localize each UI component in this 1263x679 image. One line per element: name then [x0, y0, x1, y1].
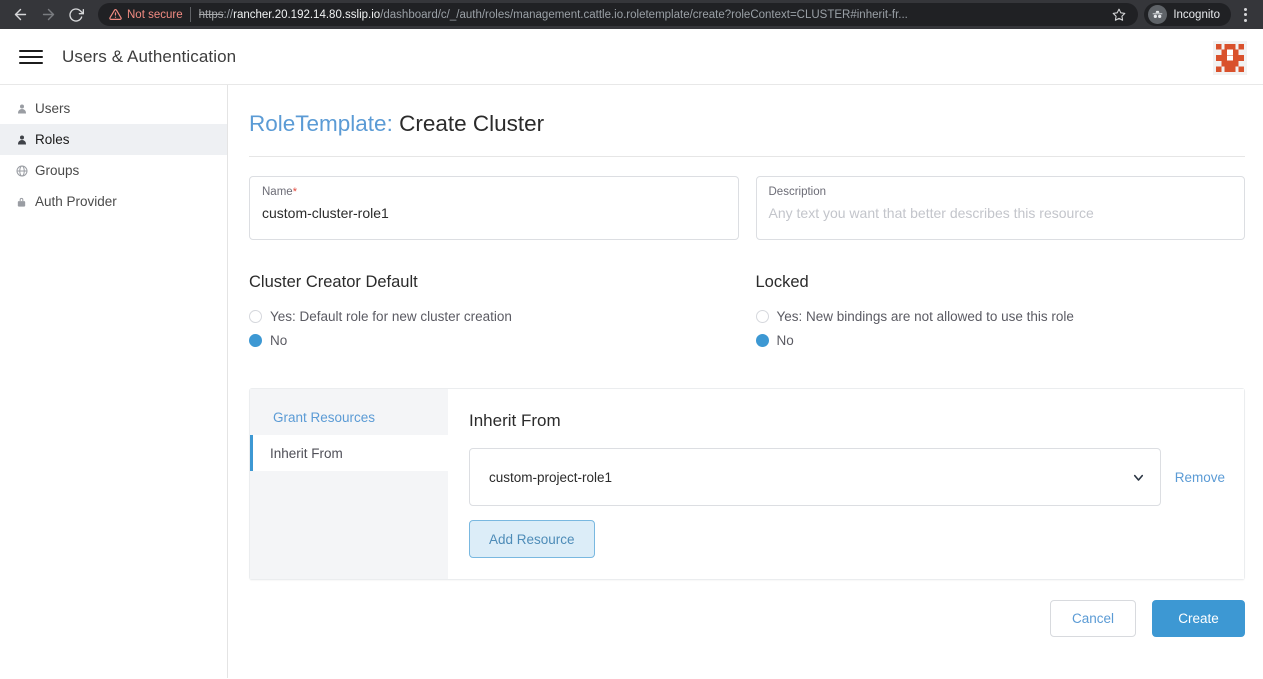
forward-button[interactable] [34, 1, 62, 29]
url-path: /dashboard/c/_/auth/roles/management.cat… [380, 8, 908, 21]
app-header: Users & Authentication [0, 29, 1263, 85]
radio-label: Yes: Default role for new cluster creati… [270, 308, 512, 324]
form-footer: Cancel Create [249, 600, 1245, 637]
chevron-down-icon[interactable] [1131, 470, 1146, 485]
sidebar-item-users[interactable]: Users [0, 93, 227, 124]
page-title-prefix: RoleTemplate: [249, 111, 393, 136]
lock-icon [15, 195, 28, 208]
inherit-from-select[interactable]: custom-project-role1 [469, 448, 1161, 506]
radio-label: No [776, 332, 794, 348]
radio-icon [755, 309, 769, 323]
sidebar-item-label: Groups [35, 163, 80, 178]
remove-link[interactable]: Remove [1175, 470, 1225, 485]
sidebar-item-label: Roles [35, 132, 70, 147]
hamburger-line [19, 61, 43, 64]
locked-heading: Locked [755, 273, 809, 291]
locked-group: Locked Yes: New bindings are not allowed… [755, 273, 1246, 352]
sidebar-item-auth-provider[interactable]: Auth Provider [0, 186, 227, 217]
name-input[interactable]: custom-cluster-role1 [262, 204, 726, 222]
address-bar[interactable]: Not secure https://rancher.20.192.14.80.… [98, 3, 1139, 26]
radio-label: Yes: New bindings are not allowed to use… [776, 308, 1074, 324]
globe-icon [15, 164, 28, 177]
browser-toolbar: Not secure https://rancher.20.192.14.80.… [0, 0, 1263, 29]
cluster-creator-default-group: Cluster Creator Default Yes: Default rol… [249, 273, 739, 352]
tab-content-inherit-from: Inherit From custom-project-role1 Remove… [448, 389, 1244, 579]
reload-icon [68, 7, 84, 23]
page-title: RoleTemplate: Create Cluster [249, 111, 1245, 157]
arrow-left-icon [12, 6, 29, 23]
inherit-from-selected-value: custom-project-role1 [489, 469, 613, 485]
page-title-main: Create Cluster [399, 111, 545, 136]
profile-label: Incognito [1173, 8, 1220, 21]
name-label-text: Name [262, 186, 293, 198]
url-text: https://rancher.20.192.14.80.sslip.io/da… [199, 9, 1105, 21]
url-scheme: https [198, 8, 224, 21]
form-row-identity: Name* custom-cluster-role1 Description A… [249, 176, 1245, 240]
rancher-logo-icon[interactable] [1213, 41, 1247, 75]
sidebar-item-roles[interactable]: Roles [0, 124, 227, 155]
sidebar-item-label: Auth Provider [35, 194, 117, 209]
tab-list: Grant Resources Inherit From [250, 389, 448, 579]
url-scheme-separator: :// [223, 8, 234, 21]
locked-no[interactable]: No [755, 328, 1246, 352]
sidebar-item-groups[interactable]: Groups [0, 155, 227, 186]
tab-panel: Grant Resources Inherit From Inherit Fro… [249, 388, 1245, 580]
app-body: Users Roles Groups Auth Provider RoleTem… [0, 85, 1263, 678]
tab-grant-resources[interactable]: Grant Resources [250, 399, 448, 435]
hamburger-line [19, 55, 43, 58]
description-input[interactable]: Any text you want that better describes … [769, 204, 1233, 222]
radio-icon-selected [755, 333, 769, 347]
radio-label: No [270, 332, 288, 348]
description-field[interactable]: Description Any text you want that bette… [755, 176, 1245, 240]
profile-chip[interactable]: Incognito [1144, 3, 1231, 26]
cluster-creator-default-yes[interactable]: Yes: Default role for new cluster creati… [249, 304, 739, 328]
main-content: RoleTemplate: Create Cluster Name* custo… [228, 85, 1263, 678]
kebab-dot [1243, 13, 1247, 16]
tab-inherit-from[interactable]: Inherit From [250, 435, 448, 471]
inherit-from-heading: Inherit From [469, 411, 561, 430]
inherit-from-row: custom-project-role1 Remove [469, 448, 1225, 506]
incognito-icon [1148, 5, 1168, 24]
back-button[interactable] [6, 1, 34, 29]
required-marker: * [292, 186, 297, 198]
radio-icon [249, 309, 262, 323]
omnibox-divider [189, 7, 191, 22]
reload-button[interactable] [62, 1, 90, 29]
cluster-creator-default-heading: Cluster Creator Default [249, 273, 418, 291]
sidebar-item-label: Users [35, 101, 71, 116]
arrow-right-icon [40, 6, 57, 23]
radio-icon-selected [249, 333, 262, 347]
tab-label: Inherit From [270, 445, 343, 461]
browser-menu-button[interactable] [1233, 2, 1257, 28]
locked-yes[interactable]: Yes: New bindings are not allowed to use… [755, 304, 1246, 328]
person-icon [15, 133, 28, 146]
tab-label: Grant Resources [273, 409, 376, 425]
kebab-dot [1243, 7, 1247, 11]
kebab-dot [1243, 18, 1247, 22]
radio-row: Cluster Creator Default Yes: Default rol… [249, 273, 1245, 352]
add-resource-button[interactable]: Add Resource [469, 520, 595, 558]
security-status-label: Not secure [127, 8, 183, 21]
cluster-creator-default-no[interactable]: No [249, 328, 739, 352]
app-title: Users & Authentication [62, 46, 237, 66]
name-field-label: Name* [262, 185, 726, 199]
hamburger-line [19, 49, 43, 52]
create-button[interactable]: Create [1152, 600, 1245, 637]
description-field-label: Description [768, 186, 827, 198]
warning-triangle-icon [109, 8, 122, 21]
person-icon [15, 102, 28, 115]
cancel-button[interactable]: Cancel [1050, 600, 1136, 637]
hamburger-icon[interactable] [16, 42, 46, 72]
sidebar: Users Roles Groups Auth Provider [0, 85, 228, 678]
url-host: rancher.20.192.14.80.sslip.io [233, 8, 381, 21]
name-field[interactable]: Name* custom-cluster-role1 [249, 176, 739, 240]
bookmark-star-icon[interactable] [1108, 4, 1130, 26]
